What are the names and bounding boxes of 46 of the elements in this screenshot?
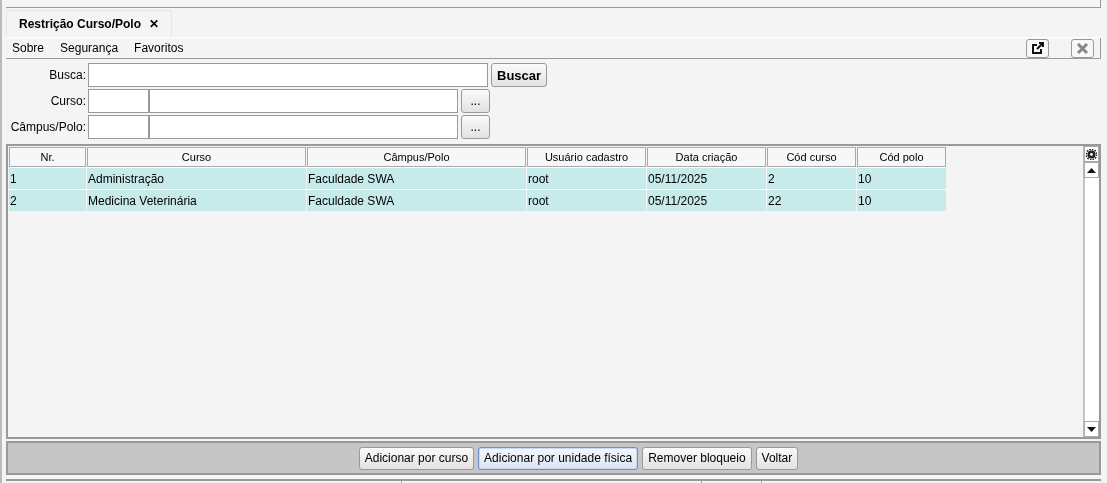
field-label: Curso: <box>49 94 87 108</box>
action-button[interactable]: Adicionar por unidade física <box>478 446 639 470</box>
menu-item[interactable]: Segurança <box>60 41 119 55</box>
column-header[interactable]: Curso <box>87 147 306 167</box>
table-cell: 2 <box>9 189 86 211</box>
search-button[interactable]: Buscar <box>491 63 548 87</box>
name-field[interactable] <box>149 115 458 139</box>
field-label: Câmpus/Polo: <box>9 120 87 134</box>
scroll-down-icon[interactable] <box>1084 421 1099 437</box>
lookup-button[interactable]: ... <box>461 89 490 113</box>
column-header[interactable]: Nr. <box>9 147 86 167</box>
lookup-button[interactable]: ... <box>461 115 490 139</box>
table-cell: 22 <box>767 189 856 211</box>
close-icon[interactable] <box>1071 38 1094 58</box>
table-cell: 05/11/2025 <box>647 189 766 211</box>
action-button[interactable]: Voltar <box>755 446 799 470</box>
action-button[interactable]: Remover bloqueio <box>642 446 752 470</box>
table-cell: 2 <box>767 167 856 189</box>
scroll-up-icon[interactable] <box>1084 162 1099 178</box>
tab[interactable]: Restrição Curso/Polo ✕ <box>6 10 173 37</box>
table-cell: root <box>527 167 646 189</box>
column-header[interactable]: Cód polo <box>857 147 946 167</box>
table-cell: 05/11/2025 <box>647 167 766 189</box>
table-cell: root <box>527 189 646 211</box>
action-button[interactable]: Adicionar por curso <box>358 446 475 470</box>
code-field[interactable] <box>88 115 149 139</box>
column-header[interactable]: Data criação <box>647 147 766 167</box>
field-label: Busca: <box>48 68 87 82</box>
name-field[interactable] <box>149 89 458 113</box>
code-field[interactable] <box>88 89 149 113</box>
menu-item[interactable]: Favoritos <box>134 41 184 55</box>
table-cell: Administração <box>87 167 306 189</box>
table-cell: Faculdade SWA <box>307 189 526 211</box>
table-cell: 1 <box>9 167 86 189</box>
table-cell: Medicina Veterinária <box>87 189 306 211</box>
table-cell: Faculdade SWA <box>307 167 526 189</box>
table-cell: 10 <box>857 167 946 189</box>
column-header[interactable]: Cód curso <box>767 147 856 167</box>
column-header[interactable]: Câmpus/Polo <box>307 147 526 167</box>
search-field[interactable] <box>88 63 488 87</box>
close-icon[interactable]: ✕ <box>149 17 160 31</box>
menu-item[interactable]: Sobre <box>12 41 45 55</box>
column-header[interactable]: Usuário cadastro <box>527 147 646 167</box>
table-cell: 10 <box>857 189 946 211</box>
external-link-icon[interactable] <box>1026 38 1049 58</box>
settings-icon[interactable] <box>1084 146 1099 162</box>
